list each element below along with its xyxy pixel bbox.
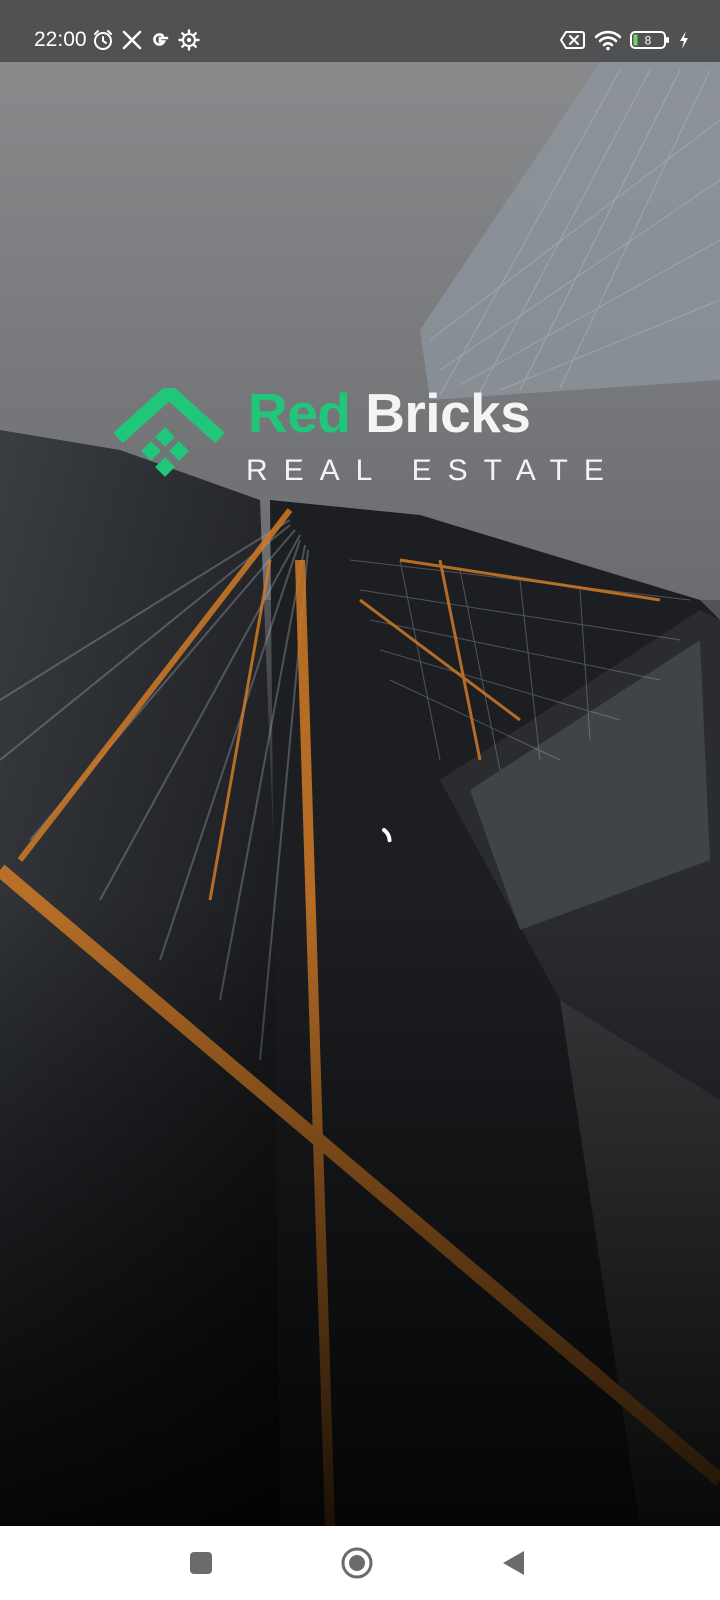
x-logo-icon bbox=[122, 27, 142, 53]
brand-logo: Red Bricks REAL ESTATE bbox=[114, 386, 614, 498]
brand-name-red: Red bbox=[248, 382, 351, 444]
home-icon bbox=[341, 1547, 373, 1579]
back-button[interactable] bbox=[494, 1544, 532, 1582]
charging-bolt-icon bbox=[678, 27, 690, 53]
recent-apps-icon bbox=[190, 1552, 212, 1574]
no-sim-icon bbox=[560, 27, 586, 53]
settings-gear-icon bbox=[178, 27, 200, 53]
brand-name-bricks: Bricks bbox=[365, 382, 531, 444]
status-bar: 22:00 8 bbox=[0, 0, 720, 62]
google-icon bbox=[150, 27, 170, 53]
navigation-bar bbox=[0, 1526, 720, 1600]
alarm-icon bbox=[92, 27, 114, 53]
status-icons-left bbox=[92, 27, 200, 53]
loading-spinner-icon bbox=[366, 828, 392, 857]
logo-mark-icon bbox=[114, 388, 224, 477]
battery-level-text: 8 bbox=[645, 34, 652, 48]
back-icon bbox=[503, 1551, 524, 1575]
wifi-icon bbox=[594, 27, 622, 53]
splash-screen: 22:00 8 Red Bricks REAL ESTATE bbox=[0, 0, 720, 1600]
home-button[interactable] bbox=[338, 1544, 376, 1582]
recent-apps-button[interactable] bbox=[182, 1544, 220, 1582]
status-icons-right: 8 bbox=[560, 27, 690, 53]
background-building-image bbox=[0, 0, 720, 1526]
brand-tagline: REAL ESTATE bbox=[246, 454, 620, 487]
status-time: 22:00 bbox=[34, 28, 87, 51]
brand-name: Red Bricks bbox=[248, 386, 531, 441]
battery-icon: 8 bbox=[630, 27, 670, 53]
